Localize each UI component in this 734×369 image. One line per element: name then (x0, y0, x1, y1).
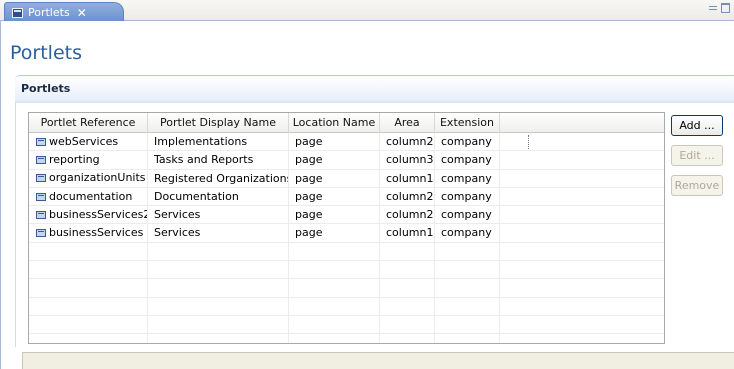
portlet-icon (36, 210, 46, 219)
page-title: Portlets (10, 42, 82, 64)
column-header-area[interactable]: Area (380, 113, 435, 133)
cell-text: businessServices2 (49, 207, 148, 221)
table-row[interactable]: organizationUnits Registered Organizatio… (29, 169, 664, 188)
cell-area: column1 (380, 169, 435, 187)
cell-display-name: Implementations (148, 133, 289, 151)
cell-filler (500, 188, 664, 205)
cell-location-name: page (289, 187, 380, 206)
cell-text: webServices (49, 134, 119, 148)
cell-area: column1 (380, 224, 435, 242)
portlet-editor-icon (12, 7, 23, 18)
section-header[interactable]: Portlets (15, 75, 734, 103)
empty-row (29, 315, 664, 335)
cell-area: column3 (380, 151, 435, 169)
cell-extension: company (435, 206, 500, 224)
minimize-icon[interactable] (709, 6, 717, 10)
cell-portlet-reference: organizationUnits (29, 169, 148, 187)
cell-location-name: page (289, 133, 380, 151)
cell-area: column2 (380, 133, 435, 151)
portlet-icon (36, 192, 46, 201)
cell-filler (500, 170, 664, 187)
cell-text: documentation (49, 189, 133, 203)
cell-location-name: page (289, 169, 380, 187)
column-header-extension[interactable]: Extension (435, 113, 500, 133)
cell-extension: company (435, 133, 500, 151)
cell-extension: company (435, 169, 500, 187)
cell-text: reporting (49, 152, 100, 166)
table-header: Portlet Reference Portlet Display Name L… (29, 113, 664, 133)
editor-tab-strip: Portlets ✕ (0, 0, 734, 22)
add-button[interactable]: Add ... (671, 115, 723, 136)
cell-display-name: Services (148, 206, 289, 224)
bottom-panel (22, 352, 734, 369)
cell-portlet-reference: reporting (29, 151, 148, 169)
edit-button[interactable]: Edit ... (671, 145, 723, 166)
cell-location-name: page (289, 224, 380, 242)
portlets-table[interactable]: Portlet Reference Portlet Display Name L… (28, 112, 665, 344)
portlet-icon (36, 137, 46, 146)
column-header-filler (500, 113, 664, 133)
portlet-icon (36, 155, 46, 164)
section-title: Portlets (21, 82, 71, 95)
column-header-portlet-display-name[interactable]: Portlet Display Name (148, 113, 289, 133)
cell-location-name: page (289, 206, 380, 224)
cell-filler (500, 224, 664, 241)
window-controls (709, 3, 730, 13)
cell-display-name: Documentation (148, 187, 289, 206)
cell-display-name: Registered Organizations (148, 169, 289, 187)
table-row[interactable]: businessServices Services page column1 c… (29, 224, 664, 243)
portlet-icon (36, 229, 46, 238)
empty-row (29, 279, 664, 298)
column-header-portlet-reference[interactable]: Portlet Reference (29, 113, 148, 133)
cell-portlet-reference: documentation (29, 187, 148, 206)
empty-row (29, 297, 664, 316)
empty-row (29, 242, 664, 262)
table-row[interactable]: reporting Tasks and Reports page column3… (29, 151, 664, 170)
cell-text: organizationUnits (49, 171, 146, 185)
cell-location-name: page (289, 151, 380, 169)
empty-row (29, 261, 664, 280)
cell-display-name: Tasks and Reports (148, 151, 289, 169)
cell-text: businessServices (49, 226, 144, 240)
cell-portlet-reference: businessServices (29, 224, 148, 242)
cell-area: column2 (380, 187, 435, 206)
table-row[interactable]: businessServices2 Services page column2 … (29, 206, 664, 225)
cell-portlet-reference: businessServices2 (29, 206, 148, 224)
cell-portlet-reference: webServices (29, 133, 148, 151)
cell-display-name: Services (148, 224, 289, 242)
cell-filler (500, 206, 664, 223)
cell-area: column2 (380, 206, 435, 224)
cell-filler (500, 133, 664, 150)
portlet-icon (36, 174, 46, 183)
cell-focus-indicator (528, 135, 529, 149)
tab-portlets[interactable]: Portlets ✕ (4, 2, 124, 22)
cell-extension: company (435, 151, 500, 169)
cell-extension: company (435, 224, 500, 242)
empty-row (29, 334, 664, 343)
table-row[interactable]: documentation Documentation page column2… (29, 187, 664, 207)
close-icon[interactable]: ✕ (77, 6, 87, 20)
column-header-location-name[interactable]: Location Name (289, 113, 380, 133)
remove-button[interactable]: Remove (671, 175, 723, 196)
cell-extension: company (435, 187, 500, 206)
maximize-icon[interactable] (721, 3, 730, 13)
tab-label: Portlets (28, 6, 70, 19)
cell-filler (500, 151, 664, 168)
table-row[interactable]: webServices Implementations page column2… (29, 133, 664, 152)
